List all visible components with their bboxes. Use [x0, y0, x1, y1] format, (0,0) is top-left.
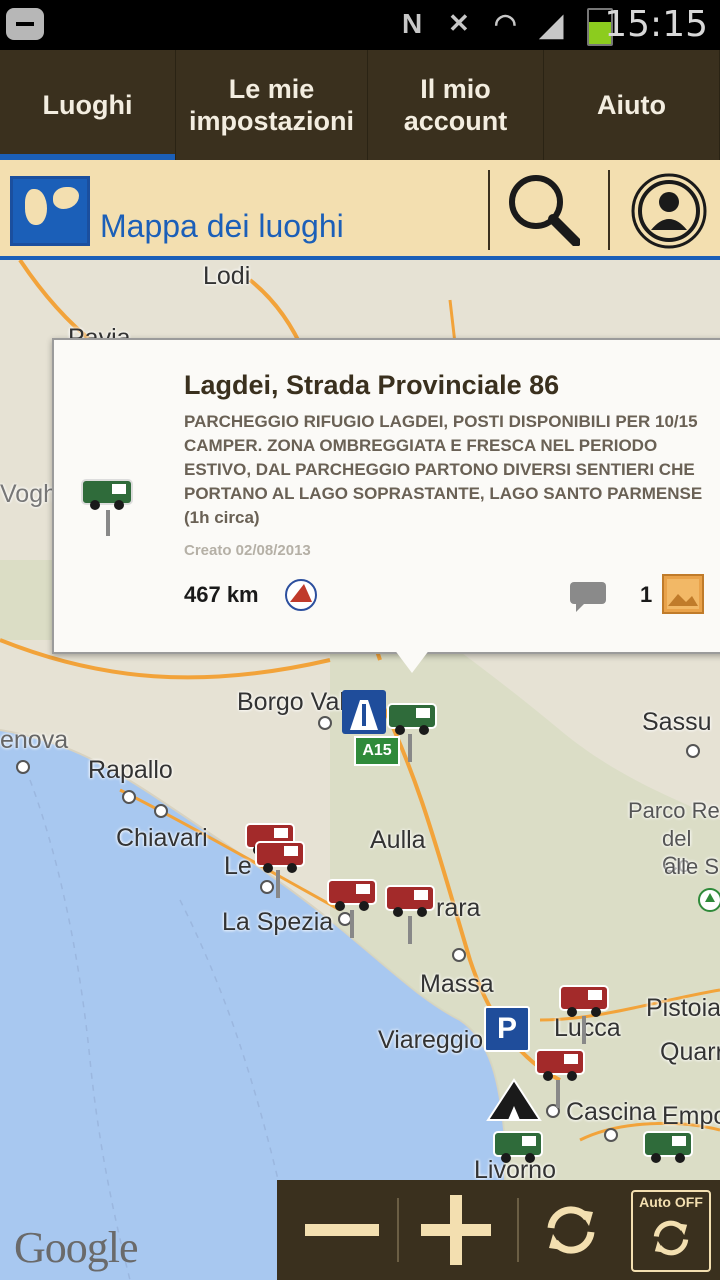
map-label: Quarr: [660, 1038, 720, 1066]
map-label: Massa: [420, 970, 494, 998]
campsite-icon[interactable]: [486, 1076, 542, 1122]
refresh-icon: [653, 1220, 689, 1256]
camper-red-icon[interactable]: [534, 1046, 586, 1082]
auto-label: Auto OFF: [639, 1194, 703, 1210]
map-label: Lodi: [203, 262, 251, 290]
place-popup[interactable]: Lagdei, Strada Provinciale 86 PARCHEGGIO…: [52, 338, 720, 654]
tab-luoghi[interactable]: Luoghi: [0, 50, 176, 160]
camper-red-icon[interactable]: [384, 882, 436, 918]
google-logo: Google: [14, 1223, 139, 1272]
city-dot: [154, 804, 168, 818]
map-label: Vogh: [0, 480, 58, 508]
status-bar: N ✕ ◠ ◢ 15:15: [0, 0, 720, 50]
camper-green-icon[interactable]: [642, 1128, 694, 1164]
map-pin: [276, 870, 280, 898]
divider: [608, 170, 610, 250]
refresh-button[interactable]: [521, 1180, 621, 1280]
tab-account[interactable]: Il mio account: [368, 50, 544, 160]
nfc-icon: N: [402, 8, 423, 39]
camper-red-icon[interactable]: [326, 876, 378, 912]
wifi-icon: ◠: [494, 8, 517, 38]
auto-refresh-toggle[interactable]: Auto OFF: [631, 1190, 711, 1272]
camper-red-icon[interactable]: [558, 982, 610, 1018]
map-label: La Spezia: [222, 908, 334, 936]
map-label: alle S: [664, 854, 720, 879]
page-header: Mappa dei luoghi: [0, 160, 720, 260]
map-label: Rapallo: [88, 756, 173, 784]
city-dot: [686, 744, 700, 758]
popup-description: PARCHEGGIO RIFUGIO LAGDEI, POSTI DISPONI…: [184, 412, 703, 527]
minus-icon: [305, 1224, 379, 1236]
camper-red-icon[interactable]: [254, 838, 306, 874]
popup-pointer: [394, 649, 430, 673]
parking-icon[interactable]: P: [484, 1006, 530, 1052]
map-label: rara: [436, 894, 481, 922]
clock: 15:15: [604, 4, 708, 45]
map-controls: Auto OFF: [277, 1180, 720, 1280]
park-icon[interactable]: [698, 888, 720, 912]
refresh-icon: [547, 1206, 595, 1254]
city-dot: [260, 880, 274, 894]
popup-created-date: Creato 02/08/2013: [184, 542, 311, 559]
camper-green-icon: [81, 479, 133, 536]
map-label: Cascina: [566, 1098, 657, 1126]
map-label: Lucca: [554, 1014, 621, 1042]
map-label: Empo: [662, 1102, 720, 1130]
map-label: Chiavari: [116, 824, 208, 852]
highway-icon[interactable]: [342, 690, 386, 734]
highway-label: A15: [354, 736, 400, 766]
search-icon[interactable]: [506, 172, 580, 246]
world-map-icon: [10, 176, 90, 246]
divider: [517, 1198, 519, 1262]
map-label: Parco Re: [628, 798, 720, 823]
signal-icon: ◢: [540, 9, 564, 42]
map-label: Sassu: [642, 708, 712, 736]
tab-impostazioni[interactable]: Le mie impostazioni: [176, 50, 368, 160]
photo-icon[interactable]: [662, 574, 704, 614]
plus-icon: [421, 1195, 491, 1265]
top-tabs: Luoghi Le mie impostazioni Il mio accoun…: [0, 50, 720, 160]
page-title: Mappa dei luoghi: [100, 208, 344, 244]
photo-count: 1: [640, 582, 653, 607]
map-pin: [582, 1016, 586, 1044]
map-pin: [408, 734, 412, 762]
map-pin: [556, 1080, 560, 1108]
map-label: Le: [224, 852, 252, 880]
map-pin: [408, 916, 412, 944]
popup-title: Lagdei, Strada Provinciale 86: [184, 370, 560, 400]
map-label: Pistoia: [646, 994, 720, 1022]
map-label: Viareggio: [378, 1026, 484, 1054]
divider: [397, 1198, 399, 1262]
map-label: enova: [0, 726, 69, 754]
comment-icon[interactable]: [568, 580, 608, 614]
divider: [488, 170, 490, 250]
city-dot: [122, 790, 136, 804]
city-dot: [604, 1128, 618, 1142]
map-label: Borgo Val: [237, 688, 345, 716]
city-dot: [452, 948, 466, 962]
back-icon[interactable]: [6, 8, 44, 40]
account-icon[interactable]: [630, 172, 708, 250]
tab-aiuto[interactable]: Aiuto: [544, 50, 720, 160]
mute-icon: ✕: [448, 8, 470, 38]
map-pin: [350, 910, 354, 938]
zoom-out-button[interactable]: [287, 1180, 397, 1280]
zoom-in-button[interactable]: [401, 1180, 511, 1280]
popup-distance: 467 km: [184, 582, 259, 607]
compass-icon: [285, 579, 317, 611]
city-dot: [318, 716, 332, 730]
map-label: Aulla: [370, 826, 426, 854]
camper-green-icon[interactable]: [492, 1128, 544, 1164]
camper-green-icon[interactable]: [386, 700, 438, 736]
city-dot: [16, 760, 30, 774]
